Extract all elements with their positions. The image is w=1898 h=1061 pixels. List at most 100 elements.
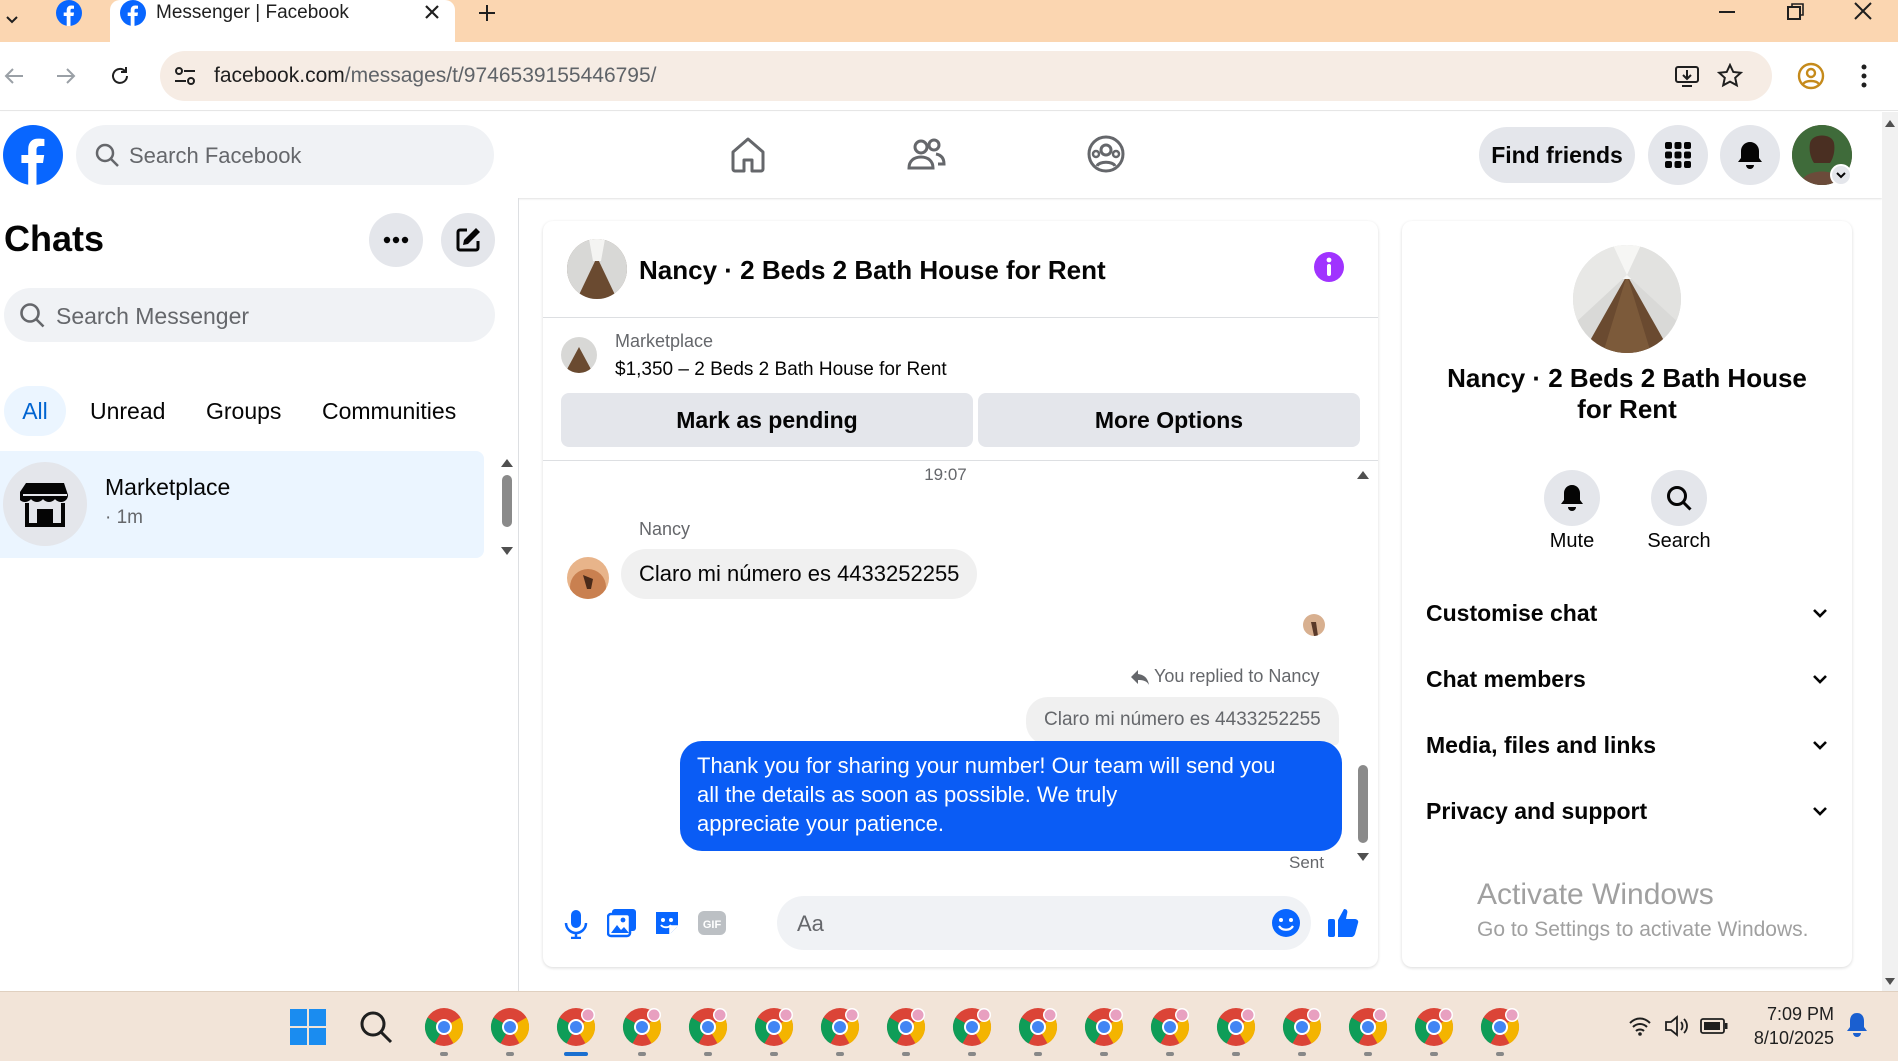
reload-icon[interactable]: [102, 58, 138, 94]
battery-icon[interactable]: [1700, 1016, 1728, 1036]
chrome-taskbar-icon[interactable]: [753, 1006, 795, 1056]
taskbar-clock[interactable]: 7:09 PM 8/10/2025: [1754, 1002, 1834, 1050]
listing-price[interactable]: $1,350 – 2 Beds 2 Bath House for Rent: [615, 359, 947, 381]
chevron-down-icon: [1813, 609, 1827, 618]
incoming-message-bubble[interactable]: Claro mi número es 4433252255: [621, 549, 978, 599]
chrome-taskbar-icon[interactable]: [1413, 1006, 1455, 1056]
tab-list-chevron-icon[interactable]: [4, 12, 20, 28]
chrome-taskbar-icon[interactable]: [1215, 1006, 1257, 1056]
close-window-icon[interactable]: [1852, 2, 1874, 22]
chrome-taskbar-icon[interactable]: [1479, 1006, 1521, 1056]
new-message-icon[interactable]: [441, 213, 495, 267]
chat-list-item-marketplace[interactable]: Marketplace · 1m: [0, 451, 484, 558]
more-options-button[interactable]: More Options: [978, 393, 1360, 447]
outgoing-message-bubble[interactable]: Thank you for sharing your number! Our t…: [680, 741, 1342, 851]
site-settings-icon[interactable]: [172, 63, 198, 89]
filter-unread[interactable]: Unread: [90, 386, 165, 436]
search-label[interactable]: Search: [1624, 530, 1734, 553]
groups-icon[interactable]: [1086, 134, 1126, 174]
svg-text:GIF: GIF: [703, 919, 722, 931]
chrome-taskbar-icon[interactable]: [1083, 1006, 1125, 1056]
chrome-taskbar-icon[interactable]: [1281, 1006, 1323, 1056]
message-timestamp: 19:07: [924, 465, 967, 484]
profile-icon[interactable]: [1797, 62, 1825, 90]
chat-options-icon[interactable]: [369, 213, 423, 267]
chrome-taskbar-icon[interactable]: [489, 1006, 531, 1056]
chat-list-scrollbar[interactable]: [499, 453, 515, 558]
chrome-taskbar-icon[interactable]: [819, 1006, 861, 1056]
home-icon[interactable]: [728, 134, 768, 174]
notifications-bell-icon[interactable]: [1720, 125, 1780, 185]
mute-label[interactable]: Mute: [1517, 530, 1627, 553]
marketplace-store-icon: [3, 462, 87, 546]
chrome-taskbar-icon[interactable]: [555, 1006, 597, 1056]
header-divider: [543, 317, 1378, 318]
privacy-support-section[interactable]: Privacy and support: [1426, 791, 1830, 831]
url-text[interactable]: facebook.com/messages/t/9746539155446795…: [214, 64, 657, 88]
windows-start-icon[interactable]: [290, 1009, 326, 1045]
url-path: /messages/t/9746539155446795/: [344, 64, 657, 87]
listing-thumbnail[interactable]: [561, 337, 597, 373]
thumbs-up-icon[interactable]: [1327, 905, 1361, 939]
customise-chat-section[interactable]: Customise chat: [1426, 593, 1830, 633]
chrome-taskbar-icon[interactable]: [1149, 1006, 1191, 1056]
account-chevron-down-icon[interactable]: [1830, 164, 1852, 186]
chrome-taskbar-icon[interactable]: [423, 1006, 465, 1056]
notification-bell-icon[interactable]: [1845, 1012, 1869, 1038]
sender-avatar[interactable]: [567, 557, 609, 599]
sticker-icon[interactable]: [653, 909, 681, 937]
forward-icon[interactable]: [48, 58, 84, 94]
menu-grid-icon[interactable]: [1648, 125, 1708, 185]
bookmark-star-icon[interactable]: [1717, 63, 1743, 89]
chrome-taskbar-icon[interactable]: [885, 1006, 927, 1056]
tab-messenger[interactable]: Messenger | Facebook: [110, 0, 455, 42]
activate-windows-subtitle: Go to Settings to activate Windows.: [1477, 918, 1809, 941]
page-scrollbar[interactable]: [1882, 112, 1898, 991]
message-input[interactable]: Aa: [777, 896, 1311, 950]
wifi-icon[interactable]: [1628, 1014, 1652, 1038]
chrome-taskbar-icon[interactable]: [1017, 1006, 1059, 1056]
conversation-avatar[interactable]: [567, 239, 627, 299]
chrome-taskbar-icon[interactable]: [621, 1006, 663, 1056]
back-icon[interactable]: [0, 58, 32, 94]
facebook-search-input[interactable]: Search Facebook: [76, 125, 494, 185]
filter-communities[interactable]: Communities: [322, 386, 456, 436]
activate-windows-title: Activate Windows: [1477, 878, 1714, 911]
facebook-logo-icon[interactable]: [3, 125, 63, 185]
messenger-search-placeholder: Search Messenger: [56, 303, 250, 329]
emoji-icon[interactable]: [1271, 908, 1301, 938]
privacy-support-label: Privacy and support: [1426, 797, 1648, 824]
chat-members-section[interactable]: Chat members: [1426, 659, 1830, 699]
mark-as-pending-button[interactable]: Mark as pending: [561, 393, 973, 447]
gif-icon[interactable]: GIF: [697, 910, 727, 936]
conversation-scrollbar[interactable]: [1355, 465, 1371, 865]
facebook-tab-favicon-icon[interactable]: [56, 0, 82, 26]
taskbar-search-icon[interactable]: [358, 1009, 394, 1045]
close-tab-icon[interactable]: [422, 2, 442, 22]
details-avatar[interactable]: [1573, 245, 1681, 353]
filter-all[interactable]: All: [4, 386, 66, 436]
find-friends-button[interactable]: Find friends: [1479, 127, 1635, 183]
conversation-title[interactable]: Nancy · 2 Beds 2 Bath House for Rent: [639, 255, 1106, 286]
filter-groups[interactable]: Groups: [206, 386, 281, 436]
volume-icon[interactable]: [1664, 1014, 1690, 1038]
photo-attach-icon[interactable]: [607, 908, 637, 938]
quoted-message[interactable]: Claro mi número es 4433252255: [1026, 697, 1339, 745]
customise-chat-label: Customise chat: [1426, 599, 1598, 626]
info-icon[interactable]: [1313, 251, 1345, 283]
minimize-icon[interactable]: [1716, 2, 1738, 22]
media-files-links-section[interactable]: Media, files and links: [1426, 725, 1830, 765]
browser-menu-icon[interactable]: [1856, 62, 1872, 90]
friends-icon[interactable]: [906, 134, 946, 174]
messenger-search-input[interactable]: Search Messenger: [4, 288, 495, 342]
new-tab-icon[interactable]: [476, 2, 498, 24]
mute-bell-icon[interactable]: [1544, 470, 1600, 526]
microphone-icon[interactable]: [563, 909, 589, 939]
chrome-taskbar-icon[interactable]: [687, 1006, 729, 1056]
search-in-conversation-icon[interactable]: [1651, 470, 1707, 526]
address-bar[interactable]: facebook.com/messages/t/9746539155446795…: [160, 51, 1772, 101]
install-app-icon[interactable]: [1674, 63, 1700, 89]
chrome-taskbar-icon[interactable]: [951, 1006, 993, 1056]
restore-icon[interactable]: [1784, 2, 1806, 22]
chrome-taskbar-icon[interactable]: [1347, 1006, 1389, 1056]
